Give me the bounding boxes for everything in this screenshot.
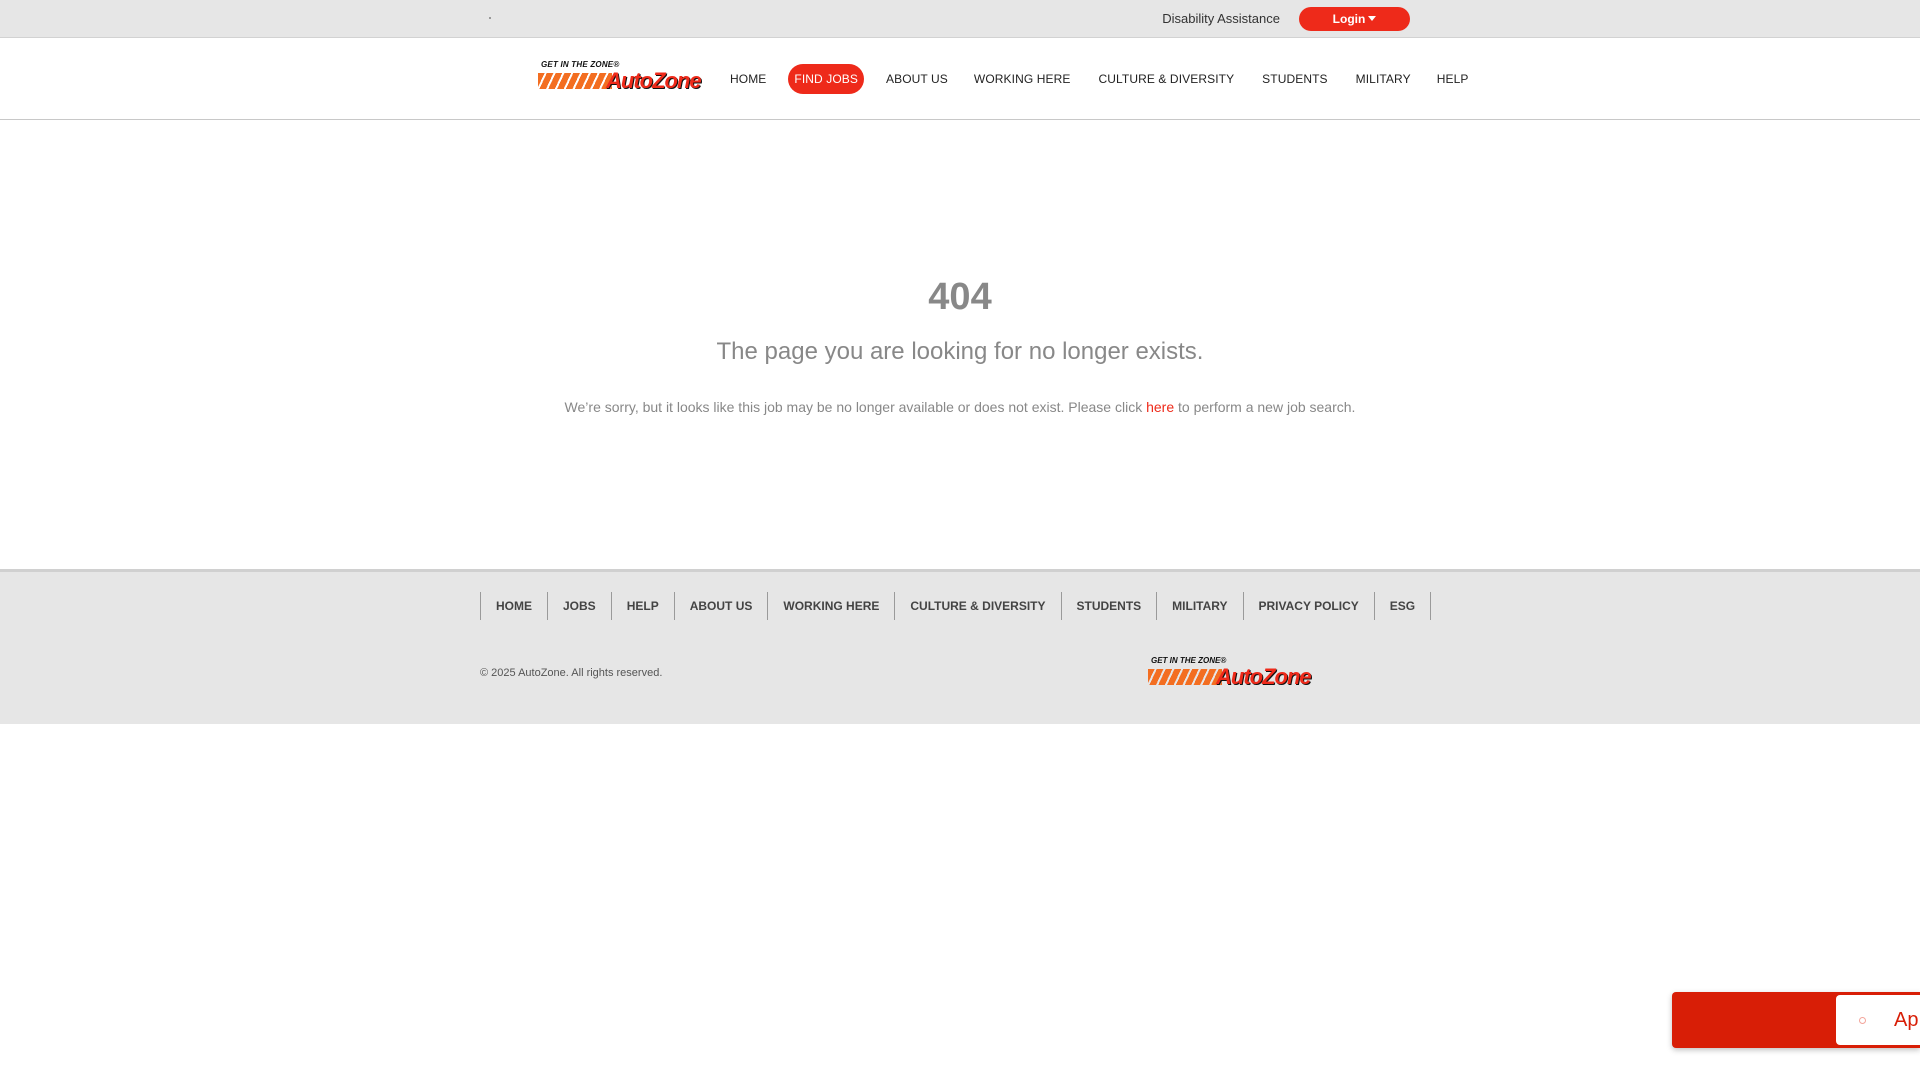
footer-nav: HOME JOBS HELP ABOUT US WORKING HERE CUL… [480, 592, 1432, 620]
site-footer: HOME JOBS HELP ABOUT US WORKING HERE CUL… [0, 569, 1920, 724]
new-job-search-link[interactable]: here [1146, 399, 1174, 415]
apply-widget-panel[interactable]: Ap [1836, 995, 1920, 1045]
error-title: The page you are looking for no longer e… [716, 338, 1204, 365]
footer-link-about-us[interactable]: ABOUT US [675, 592, 769, 620]
error-message-before: We’re sorry, but it looks like this job … [564, 399, 1147, 415]
nav-item-find-jobs[interactable]: FIND JOBS [788, 64, 864, 94]
footer-link-working-here[interactable]: WORKING HERE [768, 592, 896, 620]
error-message: We’re sorry, but it looks like this job … [0, 399, 1920, 415]
footer-logo-tagline: GET IN THE ZONE® [1151, 656, 1227, 665]
footer-link-culture-diversity[interactable]: CULTURE & DIVERSITY [895, 592, 1062, 620]
nav-item-culture-diversity[interactable]: CULTURE & DIVERSITY [1084, 64, 1248, 94]
login-label: Login [1332, 12, 1366, 26]
error-message-after: to perform a new job search. [1174, 399, 1356, 415]
footer-logo-wordmark: AutoZone [1216, 664, 1312, 689]
apply-label: Ap [1894, 1009, 1919, 1031]
nav-item-help[interactable]: HELP [1425, 64, 1481, 94]
autozone-logo[interactable]: GET IN THE ZONE® AutoZone [538, 60, 706, 96]
nav-item-home[interactable]: HOME [718, 64, 778, 94]
error-code: 404 [928, 276, 992, 318]
nav-item-working-here[interactable]: WORKING HERE [960, 64, 1085, 94]
footer-link-military[interactable]: MILITARY [1157, 592, 1244, 620]
footer-link-esg[interactable]: ESG [1375, 592, 1432, 620]
footer-logo-stripes [1148, 669, 1222, 685]
footer-link-jobs[interactable]: JOBS [548, 592, 612, 620]
disability-assistance-link[interactable]: Disability Assistance [1162, 11, 1280, 26]
footer-link-home[interactable]: HOME [481, 592, 548, 620]
utility-dot [489, 17, 491, 19]
footer-link-help[interactable]: HELP [612, 592, 675, 620]
caret-down-icon [1368, 16, 1377, 21]
logo-stripes [538, 73, 612, 89]
copyright: © 2025 AutoZone. All rights reserved. [480, 667, 663, 679]
main-nav: HOME FIND JOBS ABOUT US WORKING HERE CUL… [718, 63, 1480, 95]
utility-bar: Disability Assistance Login [0, 0, 1920, 38]
footer-autozone-logo[interactable]: GET IN THE ZONE® AutoZone [1148, 656, 1316, 692]
nav-item-students[interactable]: STUDENTS [1248, 64, 1341, 94]
apply-circle-icon [1859, 1017, 1866, 1024]
logo-wordmark: AutoZone [606, 68, 702, 93]
footer-link-students[interactable]: STUDENTS [1062, 592, 1158, 620]
apply-widget[interactable]: Ap [1672, 992, 1920, 1048]
nav-item-about-us[interactable]: ABOUT US [874, 64, 960, 94]
login-button[interactable]: Login [1299, 7, 1410, 31]
footer-link-privacy-policy[interactable]: PRIVACY POLICY [1244, 592, 1375, 620]
nav-item-military[interactable]: MILITARY [1342, 64, 1425, 94]
site-header: GET IN THE ZONE® AutoZone HOME FIND JOBS… [0, 39, 1920, 120]
